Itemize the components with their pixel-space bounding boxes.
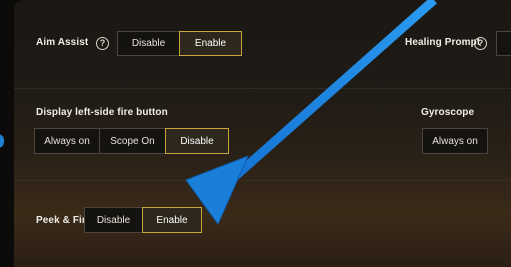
fire-button-disable-option[interactable]: Disable <box>165 128 229 154</box>
peek-fire-enable-option[interactable]: Enable <box>142 207 202 233</box>
aim-assist-enable-option[interactable]: Enable <box>179 31 242 56</box>
annotation-arrow-icon <box>185 0 437 225</box>
